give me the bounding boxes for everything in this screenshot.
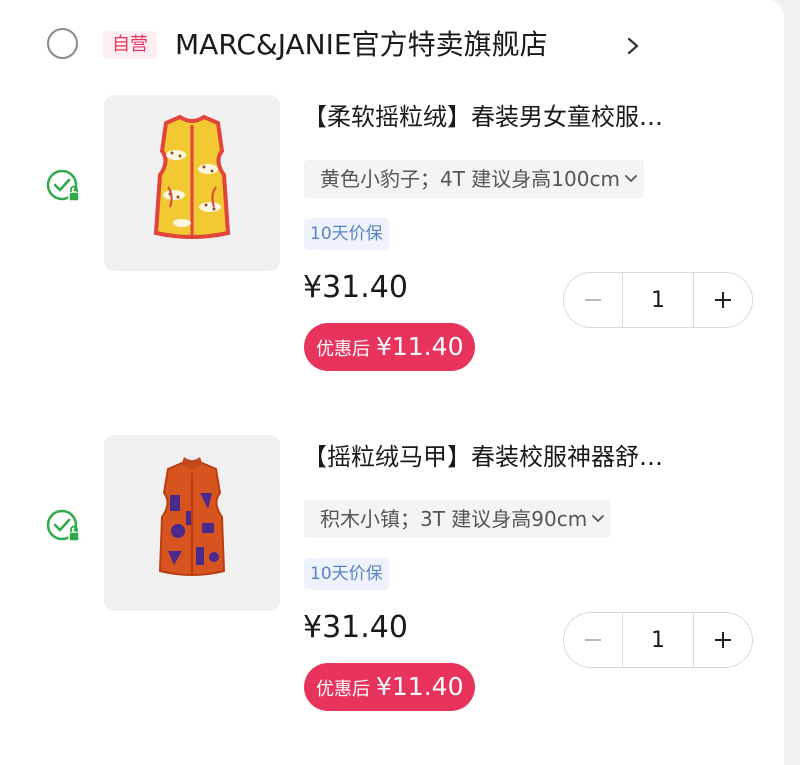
product-image[interactable] [104, 435, 280, 611]
quantity-input[interactable]: 1 [622, 273, 694, 327]
minus-icon [585, 639, 601, 641]
checked-locked-icon[interactable] [46, 168, 82, 204]
decrease-quantity-button[interactable] [564, 613, 622, 667]
plus-icon [715, 292, 731, 308]
product-price: ¥31.40 [303, 270, 408, 305]
chevron-down-icon [625, 175, 637, 183]
product-image[interactable] [104, 95, 280, 271]
price-guarantee-tag: 10天价保 [304, 558, 389, 590]
quantity-input[interactable]: 1 [622, 613, 694, 667]
increase-quantity-button[interactable] [694, 613, 752, 667]
quantity-stepper: 1 [563, 612, 753, 668]
quantity-stepper: 1 [563, 272, 753, 328]
product-title[interactable]: 【柔软摇粒绒】春装男女童校服… [303, 100, 743, 134]
sku-text: 黄色小豹子；4T 建议身高100cm [320, 167, 620, 191]
discount-label: 优惠后 [316, 679, 370, 700]
yellow-vest-image [153, 114, 231, 239]
discount-price: ¥11.40 [376, 672, 464, 701]
cart-item: 【摇粒绒马甲】春装校服神器舒… 积木小镇；3T 建议身高90cm 10天价保 ¥… [0, 340, 784, 711]
orange-vest-image [158, 457, 226, 576]
cart-store-card: 自营 MARC&JANIE官方特卖旗舰店 【柔软摇粒绒】春装男女童校服… 黄色小… [0, 0, 784, 765]
product-price: ¥31.40 [303, 610, 408, 645]
increase-quantity-button[interactable] [694, 273, 752, 327]
discount-price-pill: 优惠后 ¥11.40 [304, 663, 476, 711]
decrease-quantity-button[interactable] [564, 273, 622, 327]
product-title[interactable]: 【摇粒绒马甲】春装校服神器舒… [303, 440, 743, 474]
checked-locked-icon[interactable] [46, 508, 82, 544]
sku-selector[interactable]: 黄色小豹子；4T 建议身高100cm [304, 160, 644, 198]
chevron-down-icon [592, 515, 605, 523]
sku-selector[interactable]: 积木小镇；3T 建议身高90cm [304, 500, 612, 538]
price-guarantee-tag: 10天价保 [304, 218, 389, 250]
minus-icon [585, 299, 601, 301]
plus-icon [715, 632, 731, 648]
cart-item: 【柔软摇粒绒】春装男女童校服… 黄色小豹子；4T 建议身高100cm 10天价保… [0, 0, 784, 371]
sku-text: 积木小镇；3T 建议身高90cm [320, 507, 588, 531]
